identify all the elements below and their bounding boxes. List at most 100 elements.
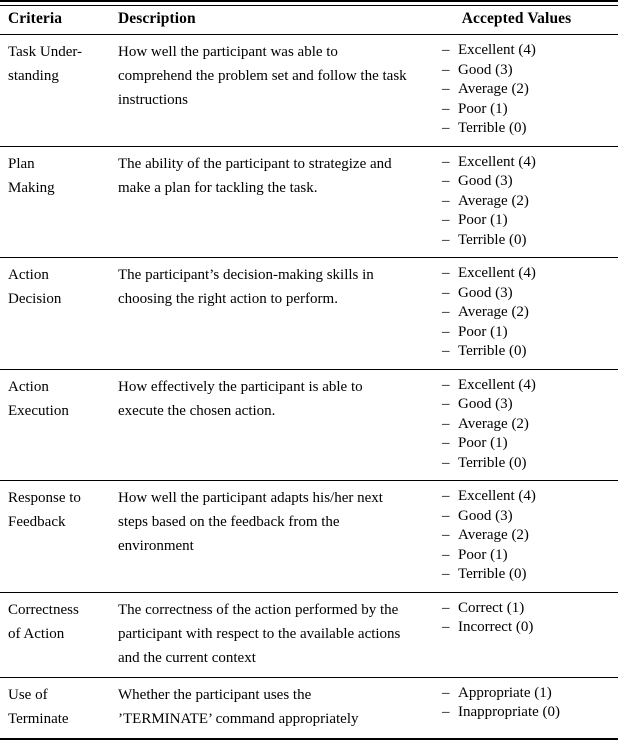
column-header-description: Description bbox=[118, 10, 196, 27]
accepted-values-cell: – Excellent (4) – Good (3) – Average (2) – Poor… bbox=[415, 481, 618, 592]
accepted-value-label: Good (3) bbox=[458, 507, 513, 524]
table-row: Use of Terminate Whether the participant u… bbox=[0, 678, 618, 738]
accepted-value-item: – Poor (1) bbox=[442, 546, 617, 566]
description-cell: Whether the participant uses the ’TERMIN… bbox=[118, 686, 359, 727]
accepted-value-item: – Good (3) bbox=[442, 395, 617, 415]
accepted-value-item: – Excellent (4) bbox=[442, 264, 617, 284]
accepted-value-item: – Poor (1) bbox=[442, 434, 617, 454]
accepted-value-item: – Average (2) bbox=[442, 80, 617, 100]
accepted-value-label: Excellent (4) bbox=[458, 153, 536, 170]
dash-bullet-icon: – bbox=[442, 231, 450, 248]
criteria-cell: Task Under-standing bbox=[0, 35, 113, 146]
description-cell: How well the participant was able to com… bbox=[118, 44, 407, 108]
dash-bullet-icon: – bbox=[442, 212, 450, 228]
accepted-value-label: Average (2) bbox=[458, 415, 529, 432]
criteria-cell: Correctness of Action bbox=[0, 593, 113, 677]
accepted-value-label: Good (3) bbox=[458, 396, 513, 412]
table-row: Response to Feedback How well the particip… bbox=[0, 481, 618, 592]
accepted-values-cell: – Correct (1) – Incorrect (0) bbox=[415, 593, 618, 677]
accepted-value-item: – Average (2) bbox=[442, 415, 617, 435]
accepted-value-item: – Average (2) bbox=[442, 192, 617, 212]
accepted-value-item: – Good (3) bbox=[442, 61, 617, 81]
evaluation-criteria-table: Criteria Description Accepted Values Tas… bbox=[0, 0, 618, 740]
accepted-value-label: Excellent (4) bbox=[458, 42, 536, 58]
accepted-value-label: Correct (1) bbox=[458, 599, 525, 616]
dash-bullet-icon: – bbox=[442, 153, 450, 170]
dash-bullet-icon: – bbox=[442, 265, 450, 281]
dash-bullet-icon: – bbox=[442, 304, 450, 320]
table-row: Correctness of Action The correctness of t… bbox=[0, 593, 618, 677]
dash-bullet-icon: – bbox=[442, 284, 450, 301]
dash-bullet-icon: – bbox=[442, 566, 450, 582]
dash-bullet-icon: – bbox=[442, 192, 450, 209]
accepted-values-cell: – Excellent (4) – Good (3) – Average (2) – Poor… bbox=[415, 370, 618, 481]
description-cell: The correctness of the action performed … bbox=[118, 601, 401, 666]
criteria-line: Decision bbox=[8, 291, 62, 307]
accepted-value-item: – Average (2) bbox=[442, 303, 617, 323]
criteria-line: standing bbox=[8, 68, 59, 84]
criteria-cell: Plan Making bbox=[0, 147, 113, 258]
dash-bullet-icon: – bbox=[442, 546, 450, 563]
accepted-values-cell: – Excellent (4) – Good (3) – Average (2) – Poor… bbox=[415, 147, 618, 258]
description-cell: The ability of the participant to strate… bbox=[118, 155, 392, 196]
accepted-value-item: – Average (2) bbox=[442, 526, 617, 546]
accepted-value-item: – Correct (1) bbox=[442, 599, 617, 619]
accepted-value-item: – Excellent (4) bbox=[442, 41, 617, 61]
accepted-value-item: – Poor (1) bbox=[442, 323, 617, 343]
criteria-cell: Action Decision bbox=[0, 258, 113, 369]
table-row: Task Under-standing How well the particip… bbox=[0, 35, 618, 146]
accepted-value-item: – Poor (1) bbox=[442, 211, 617, 231]
criteria-line: Feedback bbox=[8, 514, 66, 530]
accepted-value-label: Average (2) bbox=[458, 81, 529, 97]
accepted-value-item: – Terrible (0) bbox=[442, 454, 617, 474]
table-header-row: Criteria Description Accepted Values bbox=[0, 6, 618, 34]
accepted-value-label: Terrible (0) bbox=[458, 120, 527, 136]
accepted-value-label: Appropriate (1) bbox=[458, 684, 552, 701]
dash-bullet-icon: – bbox=[442, 488, 450, 504]
accepted-value-label: Terrible (0) bbox=[458, 231, 527, 248]
dash-bullet-icon: – bbox=[442, 435, 450, 451]
dash-bullet-icon: – bbox=[442, 396, 450, 412]
criteria-line: Execution bbox=[8, 402, 69, 419]
accepted-value-item: – Good (3) bbox=[442, 172, 617, 192]
accepted-value-label: Terrible (0) bbox=[458, 454, 527, 471]
table-row: Plan Making The ability of the participant… bbox=[0, 147, 618, 258]
accepted-value-label: Terrible (0) bbox=[458, 343, 527, 359]
table-row: Action Execution How effectively the parti… bbox=[0, 370, 618, 481]
table-body: Task Under-standing How well the particip… bbox=[0, 35, 618, 740]
accepted-value-item: – Appropriate (1) bbox=[442, 684, 617, 704]
accepted-value-label: Incorrect (0) bbox=[458, 619, 534, 635]
dash-bullet-icon: – bbox=[442, 599, 450, 616]
accepted-value-label: Excellent (4) bbox=[458, 488, 536, 504]
accepted-value-label: Poor (1) bbox=[458, 546, 508, 563]
dash-bullet-icon: – bbox=[442, 81, 450, 97]
criteria-cell: Action Execution bbox=[0, 370, 113, 481]
accepted-value-label: Excellent (4) bbox=[458, 265, 536, 281]
dash-bullet-icon: – bbox=[442, 507, 450, 524]
accepted-value-label: Excellent (4) bbox=[458, 376, 536, 393]
dash-bullet-icon: – bbox=[442, 454, 450, 471]
accepted-value-item: – Good (3) bbox=[442, 507, 617, 527]
criteria-line: of Action bbox=[8, 625, 65, 642]
dash-bullet-icon: – bbox=[442, 343, 450, 359]
dash-bullet-icon: – bbox=[442, 527, 450, 543]
table-row: Action Decision The participant’s decision… bbox=[0, 258, 618, 369]
accepted-value-label: Poor (1) bbox=[458, 212, 508, 228]
table-bottomrule bbox=[0, 737, 618, 740]
accepted-value-item: – Terrible (0) bbox=[442, 231, 617, 251]
column-header-accepted-values: Accepted Values bbox=[461, 10, 572, 27]
criteria-line: Plan bbox=[8, 155, 35, 172]
accepted-value-item: – Poor (1) bbox=[442, 100, 617, 120]
accepted-value-label: Good (3) bbox=[458, 284, 513, 301]
accepted-value-label: Poor (1) bbox=[458, 435, 508, 451]
accepted-value-label: Inappropriate (0) bbox=[458, 704, 561, 720]
accepted-value-item: – Incorrect (0) bbox=[442, 618, 617, 638]
accepted-value-label: Good (3) bbox=[458, 173, 513, 189]
criteria-line: Making bbox=[8, 179, 55, 196]
accepted-value-item: – Excellent (4) bbox=[442, 153, 617, 173]
accepted-values-cell: – Excellent (4) – Good (3) – Average (2) – Poor… bbox=[415, 35, 618, 146]
accepted-value-label: Average (2) bbox=[458, 527, 529, 543]
accepted-value-item: – Terrible (0) bbox=[442, 119, 617, 139]
criteria-line: Action bbox=[8, 378, 49, 395]
accepted-value-item: – Terrible (0) bbox=[442, 342, 617, 362]
